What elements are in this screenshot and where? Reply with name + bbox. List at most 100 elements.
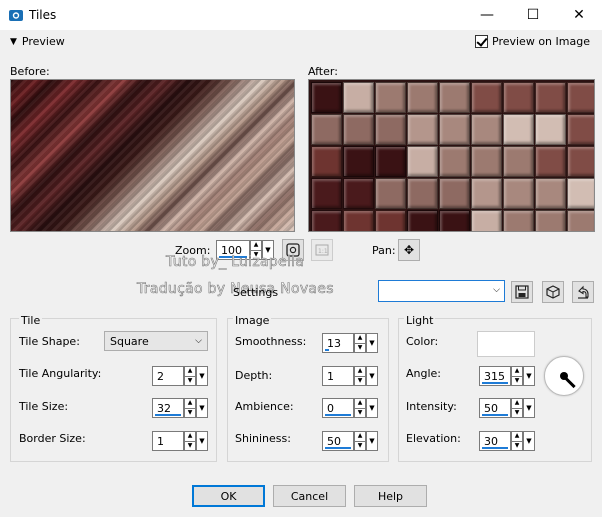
- cancel-button[interactable]: Cancel: [273, 485, 346, 507]
- preview-tile: [439, 178, 470, 209]
- intensity-input[interactable]: 50: [479, 398, 511, 418]
- spin-down-icon[interactable]: ▼: [355, 342, 365, 353]
- spin-down-icon[interactable]: ▼: [355, 440, 365, 451]
- preview-tile: [535, 146, 566, 177]
- tile-size-spinner[interactable]: ▲ ▼: [184, 398, 196, 418]
- preview-tile: [471, 146, 502, 177]
- maximize-button[interactable]: ☐: [510, 0, 556, 30]
- preview-tile: [567, 178, 594, 209]
- help-button[interactable]: Help: [354, 485, 427, 507]
- border-size-input[interactable]: 1: [152, 431, 184, 451]
- angle-dial[interactable]: [544, 356, 584, 396]
- tile-shape-select[interactable]: Square ⌵: [104, 331, 208, 351]
- pan-button[interactable]: ✥: [398, 239, 420, 261]
- preview-tile: [471, 210, 502, 231]
- chevron-down-icon: ⌵: [195, 336, 202, 346]
- ambience-input[interactable]: 0: [322, 398, 354, 418]
- preview-tile: [567, 82, 594, 113]
- preview-tile: [311, 146, 342, 177]
- preview-on-image-checkbox[interactable]: Preview on Image: [475, 35, 590, 48]
- preview-tile: [343, 178, 374, 209]
- preview-tile: [535, 82, 566, 113]
- spin-up-icon[interactable]: ▲: [185, 399, 195, 408]
- tile-angularity-label: Tile Angularity:: [19, 367, 102, 380]
- spin-down-icon[interactable]: ▼: [185, 440, 195, 451]
- spin-down-icon[interactable]: ▼: [512, 407, 522, 418]
- spin-up-icon[interactable]: ▲: [251, 241, 261, 250]
- spin-up-icon[interactable]: ▲: [355, 432, 365, 441]
- smoothness-value: 13: [327, 337, 341, 350]
- preview-tile: [343, 146, 374, 177]
- preview-tile: [375, 146, 406, 177]
- depth-dropdown[interactable]: ▼: [366, 366, 378, 386]
- input-underline: [155, 414, 181, 416]
- preview-tile: [503, 210, 534, 231]
- spin-up-icon[interactable]: ▲: [355, 367, 365, 376]
- spin-down-icon[interactable]: ▼: [185, 375, 195, 386]
- spin-down-icon[interactable]: ▼: [185, 407, 195, 418]
- color-label: Color:: [406, 335, 439, 348]
- spin-up-icon[interactable]: ▲: [185, 432, 195, 441]
- settings-preset-select[interactable]: ⌵: [378, 280, 505, 302]
- close-button[interactable]: ✕: [556, 0, 602, 30]
- reset-button[interactable]: [572, 281, 594, 303]
- window-title: Tiles: [29, 8, 57, 22]
- spin-down-icon[interactable]: ▼: [512, 375, 522, 386]
- tile-shape-value: Square: [110, 335, 149, 348]
- dial-hub-icon: [560, 372, 568, 380]
- spin-up-icon[interactable]: ▲: [355, 399, 365, 408]
- minimize-button[interactable]: —: [464, 0, 510, 30]
- border-size-dropdown[interactable]: ▼: [196, 431, 208, 451]
- border-size-value: 1: [157, 435, 164, 448]
- chevron-down-icon: ⌵: [493, 285, 500, 295]
- intensity-spinner[interactable]: ▲ ▼: [511, 398, 523, 418]
- before-preview-image[interactable]: [10, 79, 295, 232]
- preview-toggle[interactable]: ▼ Preview: [10, 35, 65, 48]
- smoothness-dropdown[interactable]: ▼: [366, 333, 378, 353]
- spin-up-icon[interactable]: ▲: [185, 367, 195, 376]
- elevation-input[interactable]: 30: [479, 431, 511, 451]
- after-preview-image[interactable]: [308, 79, 595, 232]
- shininess-input[interactable]: 50: [322, 431, 354, 451]
- preview-tile: [375, 178, 406, 209]
- ok-button[interactable]: OK: [192, 485, 265, 507]
- elevation-spinner[interactable]: ▲ ▼: [511, 431, 523, 451]
- angle-dropdown[interactable]: ▼: [523, 366, 535, 386]
- spin-down-icon[interactable]: ▼: [355, 375, 365, 386]
- spin-up-icon[interactable]: ▲: [512, 367, 522, 376]
- elevation-label: Elevation:: [406, 432, 461, 445]
- spin-up-icon[interactable]: ▲: [355, 334, 365, 343]
- tile-size-input[interactable]: 32: [152, 398, 184, 418]
- spin-down-icon[interactable]: ▼: [512, 440, 522, 451]
- save-preset-button[interactable]: [511, 281, 533, 303]
- zoom-actual-size-button[interactable]: 1:1: [311, 239, 333, 261]
- depth-input[interactable]: 1: [322, 366, 354, 386]
- collapse-triangle-icon: ▼: [10, 36, 17, 47]
- angle-input[interactable]: 315: [479, 366, 511, 386]
- spin-up-icon[interactable]: ▲: [512, 432, 522, 441]
- preview-tile: [407, 210, 438, 231]
- checkbox-check-icon[interactable]: [475, 35, 488, 48]
- smoothness-label: Smoothness:: [235, 335, 307, 348]
- spin-up-icon[interactable]: ▲: [512, 399, 522, 408]
- tile-angularity-spinner[interactable]: ▲ ▼: [184, 366, 196, 386]
- randomize-button[interactable]: [542, 281, 564, 303]
- border-size-spinner[interactable]: ▲ ▼: [184, 431, 196, 451]
- light-color-swatch[interactable]: [477, 331, 535, 357]
- angle-spinner[interactable]: ▲ ▼: [511, 366, 523, 386]
- ambience-spinner[interactable]: ▲ ▼: [354, 398, 366, 418]
- intensity-label: Intensity:: [406, 400, 457, 413]
- depth-spinner[interactable]: ▲ ▼: [354, 366, 366, 386]
- smoothness-input[interactable]: 13: [322, 333, 354, 353]
- spin-down-icon[interactable]: ▼: [355, 407, 365, 418]
- tile-size-dropdown[interactable]: ▼: [196, 398, 208, 418]
- shininess-spinner[interactable]: ▲ ▼: [354, 431, 366, 451]
- tile-angularity-dropdown[interactable]: ▼: [196, 366, 208, 386]
- elevation-dropdown[interactable]: ▼: [523, 431, 535, 451]
- ambience-dropdown[interactable]: ▼: [366, 398, 378, 418]
- smoothness-spinner[interactable]: ▲ ▼: [354, 333, 366, 353]
- image-group-title: Image: [233, 314, 272, 327]
- tile-angularity-input[interactable]: 2: [152, 366, 184, 386]
- shininess-dropdown[interactable]: ▼: [366, 431, 378, 451]
- intensity-dropdown[interactable]: ▼: [523, 398, 535, 418]
